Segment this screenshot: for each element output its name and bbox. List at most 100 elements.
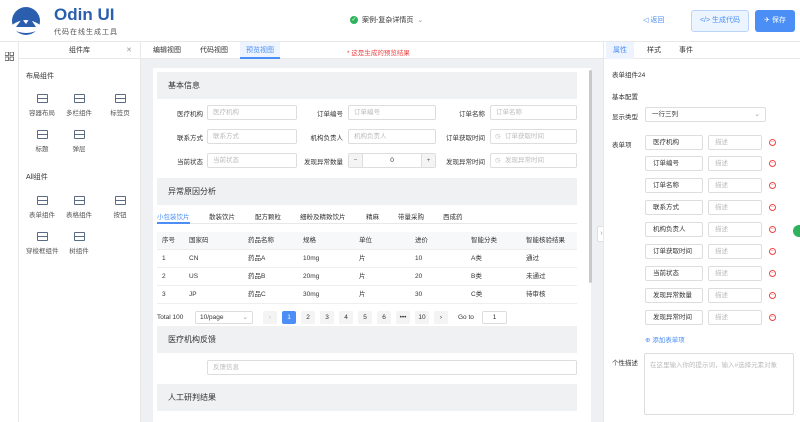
page-5[interactable]: 5	[358, 311, 372, 324]
remove-icon[interactable]: −	[769, 314, 776, 321]
goto-page-input[interactable]: 1	[482, 311, 507, 324]
comp-tree[interactable]: 树组件	[63, 232, 95, 262]
button-icon	[114, 196, 126, 205]
remove-icon[interactable]: −	[769, 160, 776, 167]
prompt-textarea[interactable]: 在这里输入你的提示词，输入#选择元素对象	[644, 353, 794, 415]
grid-icon[interactable]	[5, 52, 14, 61]
form-item-field[interactable]: 医疗机构	[645, 135, 703, 150]
page-ellipsis[interactable]: •••	[396, 311, 410, 324]
page-2[interactable]: 2	[301, 311, 315, 324]
table-row[interactable]: 2 US 药品B 20mg 片 20 B类 未通过	[157, 268, 577, 286]
tab-styles[interactable]: 样式	[640, 42, 668, 59]
page-10[interactable]: 10	[415, 311, 429, 324]
table-row[interactable]: 1 CN 药品A 10mg 片 10 A类 通过	[157, 250, 577, 268]
comp-container-layout[interactable]: 容器布局	[26, 94, 58, 124]
table-cell: 2	[162, 273, 166, 280]
title-icon	[36, 130, 48, 139]
remove-icon[interactable]: −	[769, 226, 776, 233]
component-library-title: 组件库	[69, 47, 90, 54]
back-button[interactable]: ◁ 返回	[643, 15, 664, 25]
form-item-desc[interactable]: 描述	[708, 135, 762, 150]
page-4[interactable]: 4	[339, 311, 353, 324]
remove-icon[interactable]: −	[769, 270, 776, 277]
subtab-fine-powder[interactable]: 细粉及精致饮片	[300, 211, 346, 221]
tab-properties[interactable]: 属性	[606, 42, 634, 59]
remove-icon[interactable]: −	[769, 248, 776, 255]
status-input[interactable]: 当前状态	[207, 153, 297, 168]
tab-icon	[114, 94, 126, 103]
form-label: 医疗机构	[177, 111, 203, 118]
subtab-small-package[interactable]: 小包装饮片	[157, 211, 190, 221]
table-cell: US	[189, 273, 199, 280]
subtab-bulk[interactable]: 散装饮片	[209, 211, 235, 221]
table-cell: 10mg	[303, 255, 320, 262]
tab-events[interactable]: 事件	[672, 42, 700, 59]
form-item-field[interactable]: 发现异常数量	[645, 288, 703, 303]
comp-button[interactable]: 按钮	[104, 196, 136, 226]
comp-multi-column[interactable]: 多栏组件	[63, 94, 95, 124]
order-number-input[interactable]: 订单编号	[348, 105, 436, 120]
form-item-desc[interactable]: 描述	[708, 244, 762, 259]
logo-icon	[12, 7, 40, 35]
contact-input[interactable]: 联系方式	[207, 129, 297, 144]
subtab-volume-purchase[interactable]: 带量采购	[398, 211, 424, 221]
table-row[interactable]: 3 JP 药品C 30mg 片 30 C类 待审核	[157, 286, 577, 304]
order-time-input[interactable]: ◷ 订单获取时间	[490, 129, 577, 144]
remove-icon[interactable]: −	[769, 292, 776, 299]
comp-tabs[interactable]: 标签页	[104, 94, 136, 124]
tab-edit-view[interactable]: 编辑视图	[147, 42, 187, 59]
page-size-select[interactable]: 10/page ⌄	[195, 311, 253, 324]
form-item-field[interactable]: 当前状态	[645, 266, 703, 281]
form-item-field[interactable]: 订单编号	[645, 156, 703, 171]
subtab-granule[interactable]: 配方颗粒	[255, 211, 281, 221]
preview-hint: * 这是生成的预览结果	[347, 50, 410, 57]
page-3[interactable]: 3	[320, 311, 334, 324]
form-item-field[interactable]: 联系方式	[645, 200, 703, 215]
next-page-button[interactable]: ›	[434, 311, 448, 324]
comp-heading[interactable]: 标题	[26, 130, 58, 160]
prev-page-button[interactable]: ‹	[263, 311, 277, 324]
medical-institution-input[interactable]: 医疗机构	[207, 105, 297, 120]
generate-code-button[interactable]: </> 生成代码	[691, 10, 749, 32]
page-6[interactable]: 6	[377, 311, 391, 324]
form-item-desc[interactable]: 描述	[708, 266, 762, 281]
comp-table[interactable]: 表格组件	[63, 196, 95, 226]
form-item-desc[interactable]: 描述	[708, 310, 762, 325]
tab-code-view[interactable]: 代码视图	[194, 42, 234, 59]
abnormal-count-stepper[interactable]: − 0 +	[348, 153, 436, 168]
manager-input[interactable]: 机构负责人	[348, 129, 436, 144]
preview-scrollbar[interactable]	[589, 70, 592, 283]
save-button[interactable]: ✈ 保存	[755, 10, 795, 32]
form-item-desc[interactable]: 描述	[708, 178, 762, 193]
minus-button[interactable]: −	[349, 154, 363, 167]
comp-modal[interactable]: 弹层	[63, 130, 95, 160]
remove-icon[interactable]: −	[769, 139, 776, 146]
form-item-desc[interactable]: 描述	[708, 222, 762, 237]
close-icon[interactable]: ✕	[126, 42, 132, 59]
tab-preview-view[interactable]: 预览视图	[240, 42, 280, 59]
add-form-item-button[interactable]: ⊕ 添加表单项	[645, 334, 685, 344]
subtab-narcotic[interactable]: 精麻	[366, 211, 379, 221]
plus-button[interactable]: +	[421, 154, 435, 167]
remove-icon[interactable]: −	[769, 182, 776, 189]
comp-transfer[interactable]: 穿梭框组件	[26, 232, 59, 262]
form-item-field[interactable]: 发现异常时间	[645, 310, 703, 325]
form-item-field[interactable]: 订单名称	[645, 178, 703, 193]
form-item-field[interactable]: 订单获取时间	[645, 244, 703, 259]
form-item-field[interactable]: 机构负责人	[645, 222, 703, 237]
case-selector[interactable]: ✓ 案例-复杂详情页 ⌄	[350, 15, 423, 25]
form-item-desc[interactable]: 描述	[708, 200, 762, 215]
order-name-input[interactable]: 订单名称	[490, 105, 577, 120]
page-1[interactable]: 1	[282, 311, 296, 324]
remove-icon[interactable]: −	[769, 204, 776, 211]
side-handle[interactable]	[793, 225, 800, 237]
form-item-desc[interactable]: 描述	[708, 156, 762, 171]
form-item-desc[interactable]: 描述	[708, 288, 762, 303]
comp-form[interactable]: 表单组件	[26, 196, 58, 226]
table-cell: 药品C	[248, 291, 266, 298]
subtab-western-medicine[interactable]: 西成药	[443, 211, 463, 221]
table-cell: JP	[189, 291, 197, 298]
display-type-select[interactable]: 一行三列 ⌄	[645, 107, 766, 122]
abnormal-time-input[interactable]: ◷ 发现异常时间	[490, 153, 577, 168]
feedback-input[interactable]: 反馈信息	[207, 360, 577, 375]
